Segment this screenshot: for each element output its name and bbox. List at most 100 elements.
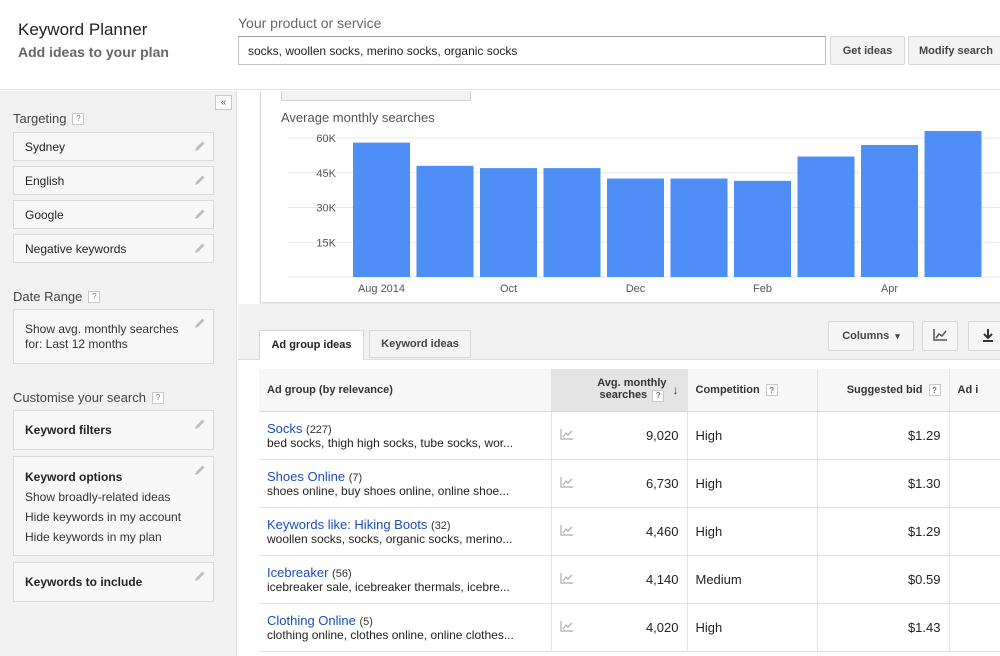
chart-bar[interactable] [797, 156, 855, 277]
col-competition-label: Competition [695, 383, 760, 396]
suggested-bid-cell: $1.29 [817, 411, 950, 460]
suggested-bid-cell: $1.43 [817, 603, 950, 652]
date-range-title-text: Date Range [13, 289, 83, 304]
x-tick-label: Dec [626, 283, 646, 295]
ad-group-link[interactable]: Shoes Online [267, 469, 345, 484]
keyword-options-box[interactable]: Keyword options Show broadly-related ide… [13, 456, 214, 556]
ad-group-link[interactable]: Keywords like: Hiking Boots [267, 517, 427, 532]
pencil-icon[interactable] [194, 242, 206, 254]
ad-group-keywords: bed socks, thigh high socks, tube socks,… [267, 435, 514, 450]
ad-group-link[interactable]: Icebreaker [267, 565, 328, 580]
ad-group-link[interactable]: Socks [267, 421, 302, 436]
download-icon [982, 328, 994, 345]
targeting-network[interactable]: Google [13, 200, 214, 229]
keywords-to-include-box[interactable]: Keywords to include [13, 562, 214, 602]
chart-bar[interactable] [670, 178, 728, 277]
pencil-icon[interactable] [194, 570, 206, 582]
download-button[interactable] [968, 321, 1000, 351]
keyword-filters-box[interactable]: Keyword filters [13, 410, 214, 450]
col-ad-impression-share[interactable]: Ad i [949, 369, 1000, 412]
targeting-location[interactable]: Sydney [13, 132, 214, 161]
pencil-icon[interactable] [194, 208, 206, 220]
tab-keyword-ideas[interactable]: Keyword ideas [369, 330, 471, 358]
chart-bar[interactable] [353, 142, 410, 277]
ad-group-table: Ad group (by relevance) Avg. monthly sea… [259, 369, 1000, 652]
chart-bar[interactable] [480, 168, 537, 277]
table-row: Shoes Online (7) shoes online, buy shoes … [259, 459, 1000, 508]
pencil-icon[interactable] [194, 140, 206, 152]
ad-group-cell: Clothing Online (5) clothing online, clot… [259, 603, 552, 652]
pencil-icon[interactable] [194, 418, 206, 430]
next-column-cell [949, 411, 1000, 460]
ad-group-count: (56) [332, 567, 352, 580]
targeting-title: Targeting ? [13, 111, 85, 126]
searches-cell: 6,730 [551, 459, 688, 508]
help-icon[interactable]: ? [652, 390, 665, 403]
sort-arrow-icon: ↓ [672, 382, 679, 397]
date-range-box[interactable]: Show avg. monthly searches for: Last 12 … [13, 309, 214, 364]
line-chart-icon [932, 328, 948, 345]
chart-title: Average monthly searches [281, 110, 435, 125]
keyword-option-item: Hide keywords in my account [25, 510, 182, 524]
table-row: Keywords like: Hiking Boots (32) woollen … [259, 507, 1000, 556]
average-monthly-searches-chart: 15K 30K 45K 60K Aug 2014 Oct Dec Feb Apr [288, 131, 1000, 295]
pencil-icon[interactable] [194, 317, 206, 329]
chart-bar[interactable] [734, 180, 791, 277]
get-ideas-button[interactable]: Get ideas [830, 36, 905, 65]
col-competition[interactable]: Competition? [687, 369, 818, 412]
help-icon[interactable]: ? [88, 290, 101, 303]
ad-group-count: (5) [359, 615, 373, 628]
help-icon[interactable]: ? [765, 384, 778, 396]
chart-bar[interactable] [924, 131, 982, 277]
ad-group-link[interactable]: Clothing Online [267, 613, 356, 628]
avg-monthly-searches-value: 4,140 [645, 571, 679, 587]
chart-bar[interactable] [607, 178, 664, 277]
collapse-sidebar-icon[interactable]: « [215, 95, 232, 110]
suggested-bid-cell: $0.59 [817, 555, 950, 604]
trend-chart-icon[interactable] [559, 428, 574, 443]
col-suggested-bid[interactable]: Suggested bid? [817, 369, 950, 412]
y-tick-label: 15K [316, 237, 336, 249]
searches-cell: 4,460 [551, 507, 688, 556]
col-avg-monthly-searches[interactable]: Avg. monthly searches ? ↓ [551, 369, 688, 412]
trend-chart-icon[interactable] [559, 476, 574, 491]
trend-chart-icon[interactable] [559, 572, 574, 587]
col-avg-line1: Avg. monthly [597, 377, 667, 390]
help-icon[interactable]: ? [928, 384, 941, 396]
help-icon[interactable]: ? [72, 112, 85, 125]
searches-cell: 9,020 [551, 411, 688, 460]
ad-group-keywords: woollen socks, socks, organic socks, mer… [267, 531, 513, 546]
chart-top-control[interactable] [281, 91, 471, 101]
next-column-cell [949, 459, 1000, 508]
col-ad-group[interactable]: Ad group (by relevance) [259, 369, 552, 412]
table-header-row: Ad group (by relevance) Avg. monthly sea… [259, 369, 1000, 412]
competition-cell: High [687, 507, 818, 556]
columns-button[interactable]: Columns ▾ [828, 321, 914, 351]
col-avg-line2: searches [599, 389, 648, 402]
pencil-icon[interactable] [194, 464, 206, 476]
tab-ad-group-ideas[interactable]: Ad group ideas [259, 330, 364, 360]
help-icon[interactable]: ? [151, 391, 164, 404]
next-column-cell [949, 555, 1000, 604]
targeting-negative-keywords[interactable]: Negative keywords [13, 234, 214, 263]
targeting-language[interactable]: English [13, 166, 214, 195]
modify-search-button[interactable]: Modify search [908, 36, 1000, 65]
chart-bar[interactable] [416, 165, 474, 277]
product-input[interactable] [238, 36, 826, 65]
pencil-icon[interactable] [194, 174, 206, 186]
ad-group-count: (7) [348, 471, 363, 484]
app-subtitle: Add ideas to your plan [18, 44, 169, 60]
targeting-language-label: English [25, 173, 65, 188]
avg-monthly-searches-value: 9,020 [645, 427, 679, 443]
ad-group-cell: Shoes Online (7) shoes online, buy shoes … [259, 459, 552, 508]
ad-group-cell: Keywords like: Hiking Boots (32) woollen … [259, 507, 552, 556]
trend-chart-icon[interactable] [559, 524, 574, 539]
targeting-location-label: Sydney [25, 139, 66, 154]
trend-chart-icon[interactable] [559, 620, 574, 635]
x-tick-label: Aug 2014 [358, 283, 405, 295]
ad-group-count: (227) [306, 423, 332, 436]
chart-view-button[interactable] [922, 321, 958, 351]
chart-bar[interactable] [543, 168, 601, 277]
targeting-negative-keywords-label: Negative keywords [25, 241, 127, 256]
chart-bar[interactable] [861, 144, 918, 277]
